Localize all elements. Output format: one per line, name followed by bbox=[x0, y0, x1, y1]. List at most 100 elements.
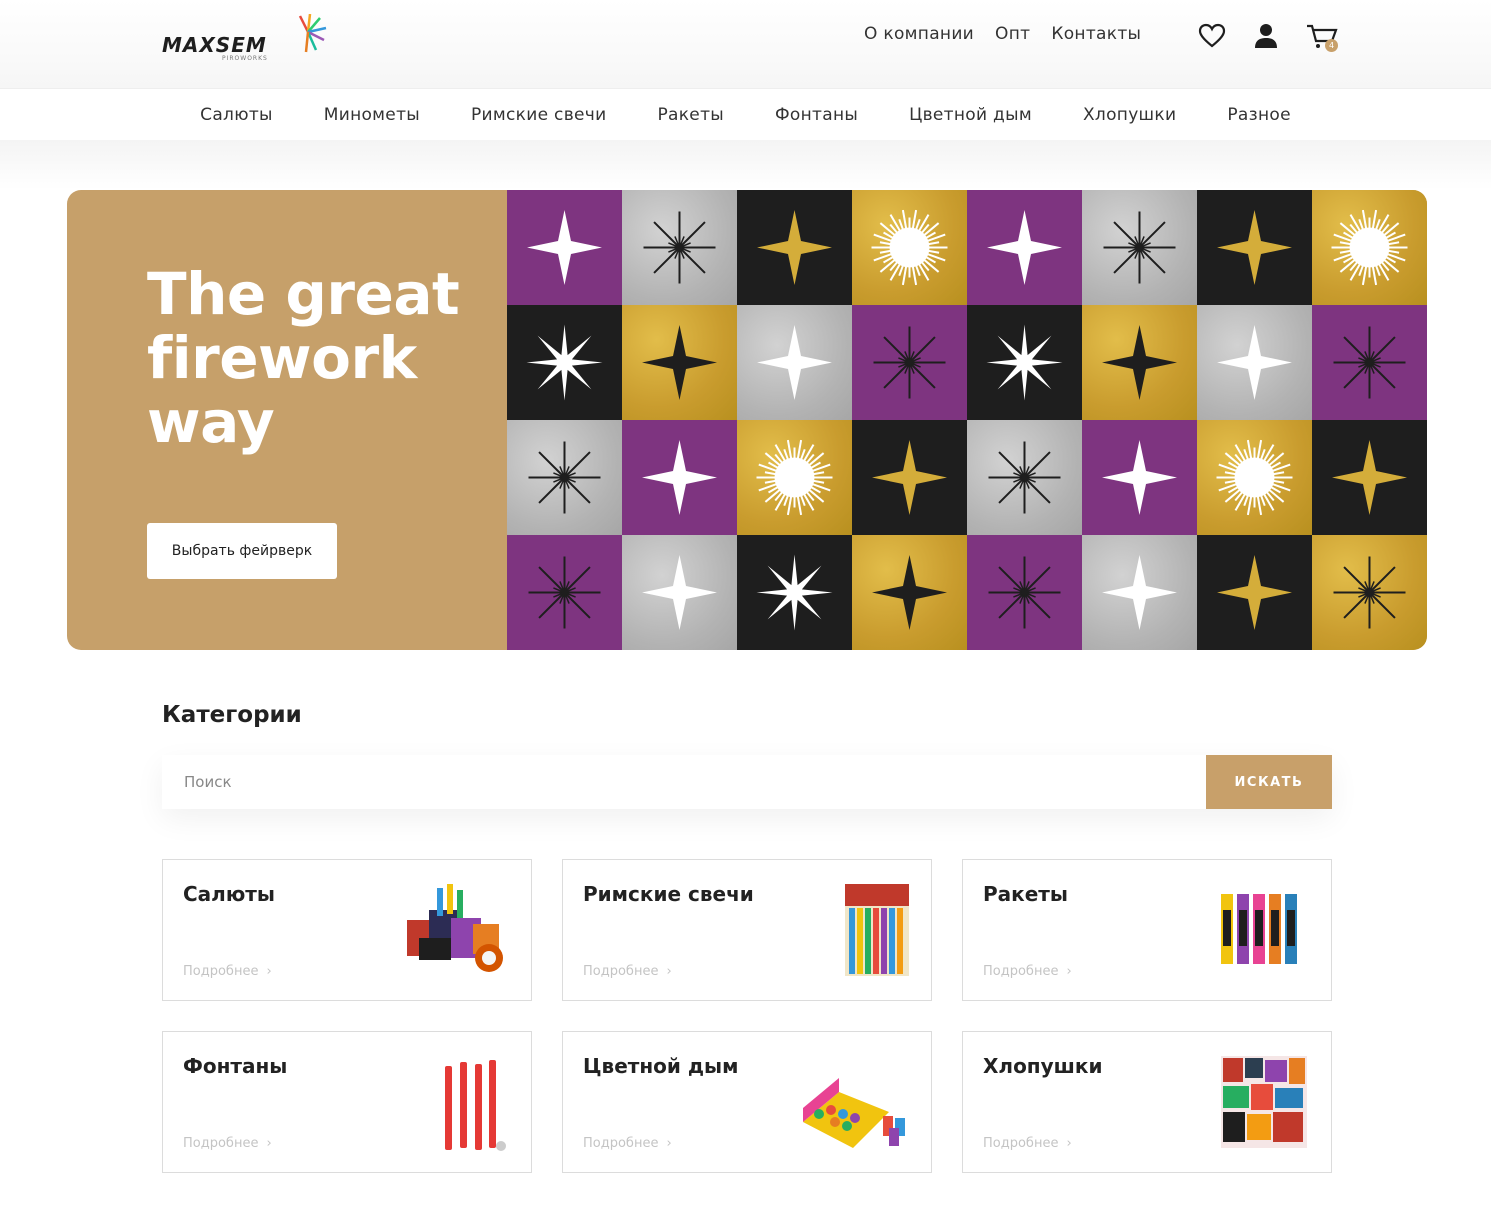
star-icon bbox=[873, 326, 946, 399]
top-header: MAXSEM PIROWORKS О компании Опт Контакты… bbox=[0, 0, 1491, 88]
star-icon bbox=[757, 325, 832, 400]
star-icon bbox=[987, 210, 1062, 285]
card-title: Цветной дым bbox=[583, 1054, 739, 1078]
nav-fountains[interactable]: Фонтаны bbox=[775, 105, 858, 125]
search-bar: ИСКАТЬ bbox=[162, 755, 1332, 809]
card-title: Фонтаны bbox=[183, 1054, 288, 1078]
pattern-tile bbox=[1197, 420, 1312, 535]
card-title: Салюты bbox=[183, 882, 275, 906]
nav-shadow bbox=[0, 140, 1491, 190]
nav-colored-smoke[interactable]: Цветной дым bbox=[909, 105, 1032, 125]
star-icon bbox=[526, 324, 603, 401]
category-card-fountains[interactable]: Фонтаны Подробнее › bbox=[162, 1031, 532, 1173]
star-icon bbox=[988, 556, 1061, 629]
nav-rockets[interactable]: Ракеты bbox=[657, 105, 724, 125]
fireworks-cakes-image bbox=[407, 884, 503, 972]
rockets-image bbox=[1221, 894, 1297, 964]
colored-smoke-image bbox=[803, 1078, 905, 1148]
star-icon bbox=[1103, 211, 1176, 284]
heart-icon[interactable] bbox=[1198, 22, 1226, 50]
nav-poppers[interactable]: Хлопушки bbox=[1083, 105, 1176, 125]
pattern-tile bbox=[1312, 420, 1427, 535]
search-input[interactable] bbox=[162, 755, 1206, 809]
logo-subtext: PIROWORKS bbox=[222, 55, 268, 62]
pattern-tile bbox=[1082, 535, 1197, 650]
card-more-link[interactable]: Подробнее › bbox=[583, 964, 672, 979]
card-more-link[interactable]: Подробнее › bbox=[183, 964, 272, 979]
category-card-rockets[interactable]: Ракеты Подробнее › bbox=[962, 859, 1332, 1001]
hero-title: The great firework way bbox=[147, 260, 460, 456]
star-icon bbox=[1333, 556, 1406, 629]
logo-text: MAXSEM bbox=[162, 33, 267, 57]
pattern-tile bbox=[967, 305, 1082, 420]
link-about[interactable]: О компании bbox=[864, 24, 974, 44]
card-more-link[interactable]: Подробнее › bbox=[983, 1136, 1072, 1151]
pattern-tile bbox=[852, 305, 967, 420]
star-icon bbox=[642, 440, 717, 515]
roman-candles-image bbox=[845, 884, 909, 976]
category-card-colored-smoke[interactable]: Цветной дым Подробнее › bbox=[562, 1031, 932, 1173]
pattern-tile bbox=[737, 420, 852, 535]
pattern-tile bbox=[1312, 305, 1427, 420]
category-nav: Салюты Минометы Римские свечи Ракеты Фон… bbox=[0, 88, 1491, 140]
category-card-roman-candles[interactable]: Римские свечи Подробнее › bbox=[562, 859, 932, 1001]
card-more-link[interactable]: Подробнее › bbox=[983, 964, 1072, 979]
pattern-tile bbox=[622, 305, 737, 420]
nav-misc[interactable]: Разное bbox=[1227, 105, 1290, 125]
pattern-tile bbox=[1082, 420, 1197, 535]
star-icon bbox=[642, 325, 717, 400]
category-card-salutes[interactable]: Салюты Подробнее › bbox=[162, 859, 532, 1001]
category-card-poppers[interactable]: Хлопушки Подробнее › bbox=[962, 1031, 1332, 1173]
pattern-tile bbox=[967, 420, 1082, 535]
card-title: Ракеты bbox=[983, 882, 1068, 906]
pattern-tile bbox=[1082, 190, 1197, 305]
cart-icon[interactable]: 4 bbox=[1306, 22, 1338, 52]
pattern-tile bbox=[507, 190, 622, 305]
pattern-tile bbox=[852, 535, 967, 650]
star-icon bbox=[1331, 209, 1408, 286]
card-more-link[interactable]: Подробнее › bbox=[183, 1136, 272, 1151]
nav-mortars[interactable]: Минометы bbox=[324, 105, 420, 125]
star-icon bbox=[528, 556, 601, 629]
pattern-tile bbox=[622, 420, 737, 535]
star-icon bbox=[642, 555, 717, 630]
star-icon bbox=[643, 211, 716, 284]
pattern-tile bbox=[967, 535, 1082, 650]
star-icon bbox=[871, 209, 948, 286]
pattern-tile bbox=[1197, 190, 1312, 305]
pattern-tile bbox=[967, 190, 1082, 305]
card-more-link[interactable]: Подробнее › bbox=[583, 1136, 672, 1151]
star-icon bbox=[1102, 325, 1177, 400]
cart-count-badge: 4 bbox=[1325, 39, 1338, 52]
pattern-tile bbox=[622, 535, 737, 650]
top-links: О компании Опт Контакты bbox=[864, 24, 1141, 44]
star-icon bbox=[986, 324, 1063, 401]
maxsem-logo[interactable]: MAXSEM PIROWORKS bbox=[160, 14, 330, 62]
pattern-tile bbox=[737, 535, 852, 650]
star-icon bbox=[757, 210, 832, 285]
star-icon bbox=[988, 441, 1061, 514]
pattern-tile bbox=[737, 305, 852, 420]
pattern-tile bbox=[507, 420, 622, 535]
pattern-tile bbox=[507, 305, 622, 420]
link-wholesale[interactable]: Опт bbox=[995, 24, 1030, 44]
pattern-tile bbox=[1312, 190, 1427, 305]
star-icon bbox=[527, 210, 602, 285]
fountains-image bbox=[445, 1060, 506, 1151]
pattern-tile bbox=[1197, 305, 1312, 420]
pattern-tile bbox=[622, 190, 737, 305]
pattern-tile bbox=[852, 420, 967, 535]
user-icon[interactable] bbox=[1252, 22, 1280, 50]
card-title: Хлопушки bbox=[983, 1054, 1103, 1078]
card-title: Римские свечи bbox=[583, 882, 754, 906]
nav-salutes[interactable]: Салюты bbox=[200, 105, 273, 125]
pattern-tile bbox=[507, 535, 622, 650]
star-icon bbox=[1102, 440, 1177, 515]
star-icon bbox=[1217, 555, 1292, 630]
link-contacts[interactable]: Контакты bbox=[1051, 24, 1141, 44]
choose-firework-button[interactable]: Выбрать фейрверк bbox=[147, 523, 337, 579]
star-icon bbox=[1216, 439, 1293, 516]
star-icon bbox=[528, 441, 601, 514]
search-button[interactable]: ИСКАТЬ bbox=[1206, 755, 1332, 809]
nav-roman-candles[interactable]: Римские свечи bbox=[471, 105, 606, 125]
